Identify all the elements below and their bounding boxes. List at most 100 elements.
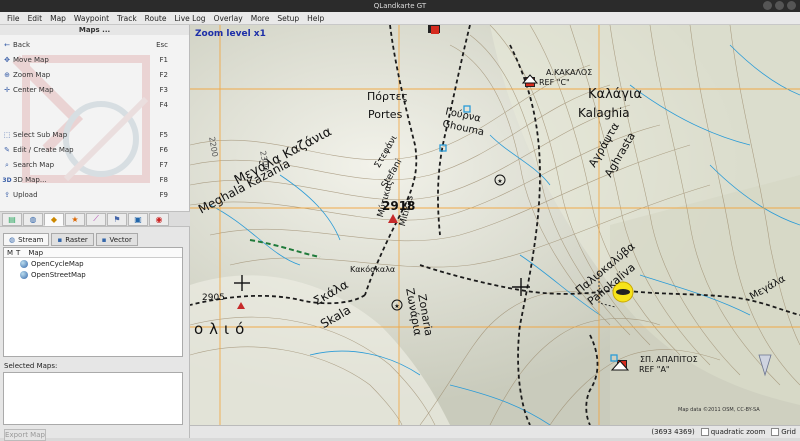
cursor-coordinates: (3693 4369): [651, 428, 695, 436]
maps-panel-header: Maps ...: [78, 26, 111, 34]
map-item-openstreetmap[interactable]: OpenStreetMap: [4, 269, 182, 280]
cmd-zoom-label: Zoom Map: [13, 71, 51, 79]
move-icon: ✥: [4, 56, 10, 64]
cmd-back-label: Back: [13, 41, 30, 49]
cmd-edit-create-map[interactable]: ✎ Edit / Create Map F6: [0, 144, 168, 156]
center-icon: ✛: [4, 86, 10, 94]
cmd-search-map[interactable]: ⌕ Search Map F7: [0, 159, 168, 171]
panel-tab-bar: ▤ ◍ ◆ ★ ⟋ ⚑ ▣ ◉: [0, 211, 190, 227]
map-item-opencyclemap[interactable]: OpenCycleMap: [4, 258, 182, 269]
menu-waypoint[interactable]: Waypoint: [70, 12, 113, 25]
empty-icon: [2, 101, 12, 110]
menu-setup[interactable]: Setup: [273, 12, 303, 25]
cmd-search-key: F7: [159, 161, 168, 169]
tab-live-icon[interactable]: ◉: [149, 212, 169, 226]
cmd-3d-map[interactable]: 3D 3D Map... F8: [0, 174, 168, 186]
menu-file[interactable]: File: [3, 12, 24, 25]
tab-raster[interactable]: ▪ Raster: [51, 233, 94, 246]
menu-live-log[interactable]: Live Log: [170, 12, 209, 25]
cmd-move-key: F1: [159, 56, 168, 64]
kakoskala-greek-label: Κακόσκαλα: [350, 265, 396, 274]
map-canvas[interactable]: ★ ★ Zoom level x1 Α.ΚΑΚΑΛΟΣ REF "C" Καλά…: [190, 25, 800, 425]
menu-edit[interactable]: Edit: [24, 12, 47, 25]
3d-icon: 3D: [2, 176, 12, 184]
ref-c-label: REF "C": [539, 78, 570, 87]
raster-icon: ▪: [57, 235, 63, 244]
map-type-tabs: ◍ Stream ▪ Raster ▪ Vector: [3, 233, 138, 247]
tab-stream[interactable]: ◍ Stream: [3, 233, 50, 246]
menu-route[interactable]: Route: [141, 12, 171, 25]
selected-maps-label: Selected Maps:: [4, 362, 58, 370]
cmd-zoom-map[interactable]: ⊕ Zoom Map F2: [0, 69, 168, 81]
tab-vector-label: Vector: [109, 235, 132, 244]
cmd-select-label: Select Sub Map: [13, 131, 68, 139]
zoom-level-label: Zoom level x1: [195, 29, 266, 39]
cmd-center-label: Center Map: [13, 86, 54, 94]
cmd-move-map[interactable]: ✥ Move Map F1: [0, 54, 168, 66]
map-command-list: ← Back Esc ✥ Move Map F1 ⊕ Zoom Map F2 ✛…: [0, 35, 189, 213]
upload-icon: ⇪: [4, 191, 10, 199]
tab-route-icon[interactable]: ⚑: [107, 212, 127, 226]
cmd-back[interactable]: ← Back Esc: [0, 39, 168, 51]
ref-a-label: REF "A": [639, 365, 670, 374]
svg-text:★: ★: [394, 303, 399, 310]
menu-map[interactable]: Map: [46, 12, 70, 25]
grid-toggle[interactable]: Grid: [771, 428, 796, 436]
search-icon: ⌕: [5, 160, 9, 169]
tab-waypoint-icon[interactable]: ◆: [44, 212, 64, 226]
select-icon: ⬚: [3, 131, 11, 139]
map-list: M T Map OpenCycleMap OpenStreetMap: [3, 247, 183, 357]
menu-more[interactable]: More: [247, 12, 274, 25]
cmd-search-label: Search Map: [13, 161, 55, 169]
quadratic-zoom-toggle[interactable]: quadratic zoom: [700, 428, 766, 436]
grid-checkbox[interactable]: [771, 428, 780, 436]
cmd-select-sub-map[interactable]: ⬚ Select Sub Map F5: [0, 129, 168, 141]
export-map-button[interactable]: Export Map: [4, 429, 46, 441]
status-bar: (3693 4369) quadratic zoom Grid: [190, 425, 800, 438]
map-item-label: OpenStreetMap: [31, 270, 86, 279]
title-bar: QLandkarte GT: [0, 0, 800, 12]
peak-label-kakalos: Α.ΚΑΚΑΛΟΣ: [546, 68, 593, 77]
topo-map: ★ ★: [190, 25, 800, 425]
tab-vector[interactable]: ▪ Vector: [95, 233, 138, 246]
tab-track-icon[interactable]: ⟋: [86, 212, 106, 226]
cmd-3d-key: F8: [159, 176, 168, 184]
map-list-header: M T Map: [4, 248, 182, 258]
refuge-a-label: ΣΠ. ΑΠΑΠΙΤΟΣ: [640, 355, 698, 364]
zoom-icon: ⊕: [4, 71, 10, 79]
cmd-empty-key: F4: [159, 101, 168, 109]
tab-favorite-icon[interactable]: ★: [65, 212, 85, 226]
grid-label: Grid: [781, 428, 796, 436]
window-controls: [763, 1, 796, 10]
menu-bar: File Edit Map Waypoint Track Route Live …: [0, 12, 800, 25]
map-item-label: OpenCycleMap: [31, 259, 84, 268]
cmd-move-label: Move Map: [13, 56, 49, 64]
menu-track[interactable]: Track: [113, 12, 141, 25]
back-icon: ←: [4, 41, 10, 49]
cmd-center-map[interactable]: ✛ Center Map F3: [0, 84, 168, 96]
maximize-button[interactable]: [775, 1, 784, 10]
menu-help[interactable]: Help: [303, 12, 328, 25]
minimize-button[interactable]: [763, 1, 772, 10]
stream-icon: ◍: [9, 235, 16, 244]
menu-overlay[interactable]: Overlay: [210, 12, 247, 25]
tab-maps-icon[interactable]: ▤: [2, 212, 22, 226]
vector-icon: ▪: [101, 235, 107, 244]
cmd-back-key: Esc: [156, 41, 168, 49]
cmd-edit-label: Edit / Create Map: [13, 146, 74, 154]
selected-maps-list[interactable]: [3, 372, 183, 425]
portes-label: Portes: [368, 108, 403, 121]
maps-panel: Maps ... ← Back Esc ✥ Move Map F1 ⊕ Zoom…: [0, 25, 190, 441]
col-t: T: [16, 249, 21, 257]
quadratic-zoom-checkbox[interactable]: [700, 428, 709, 436]
tab-overlay-icon[interactable]: ▣: [128, 212, 148, 226]
close-button[interactable]: [787, 1, 796, 10]
col-map: Map: [28, 249, 44, 257]
quadratic-zoom-label: quadratic zoom: [710, 428, 766, 436]
svg-text:★: ★: [497, 178, 502, 185]
cmd-upload[interactable]: ⇪ Upload F9: [0, 189, 168, 201]
cmd-upload-key: F9: [159, 191, 168, 199]
cmd-upload-label: Upload: [13, 191, 38, 199]
cmd-select-key: F5: [159, 131, 168, 139]
tab-globe-icon[interactable]: ◍: [23, 212, 43, 226]
